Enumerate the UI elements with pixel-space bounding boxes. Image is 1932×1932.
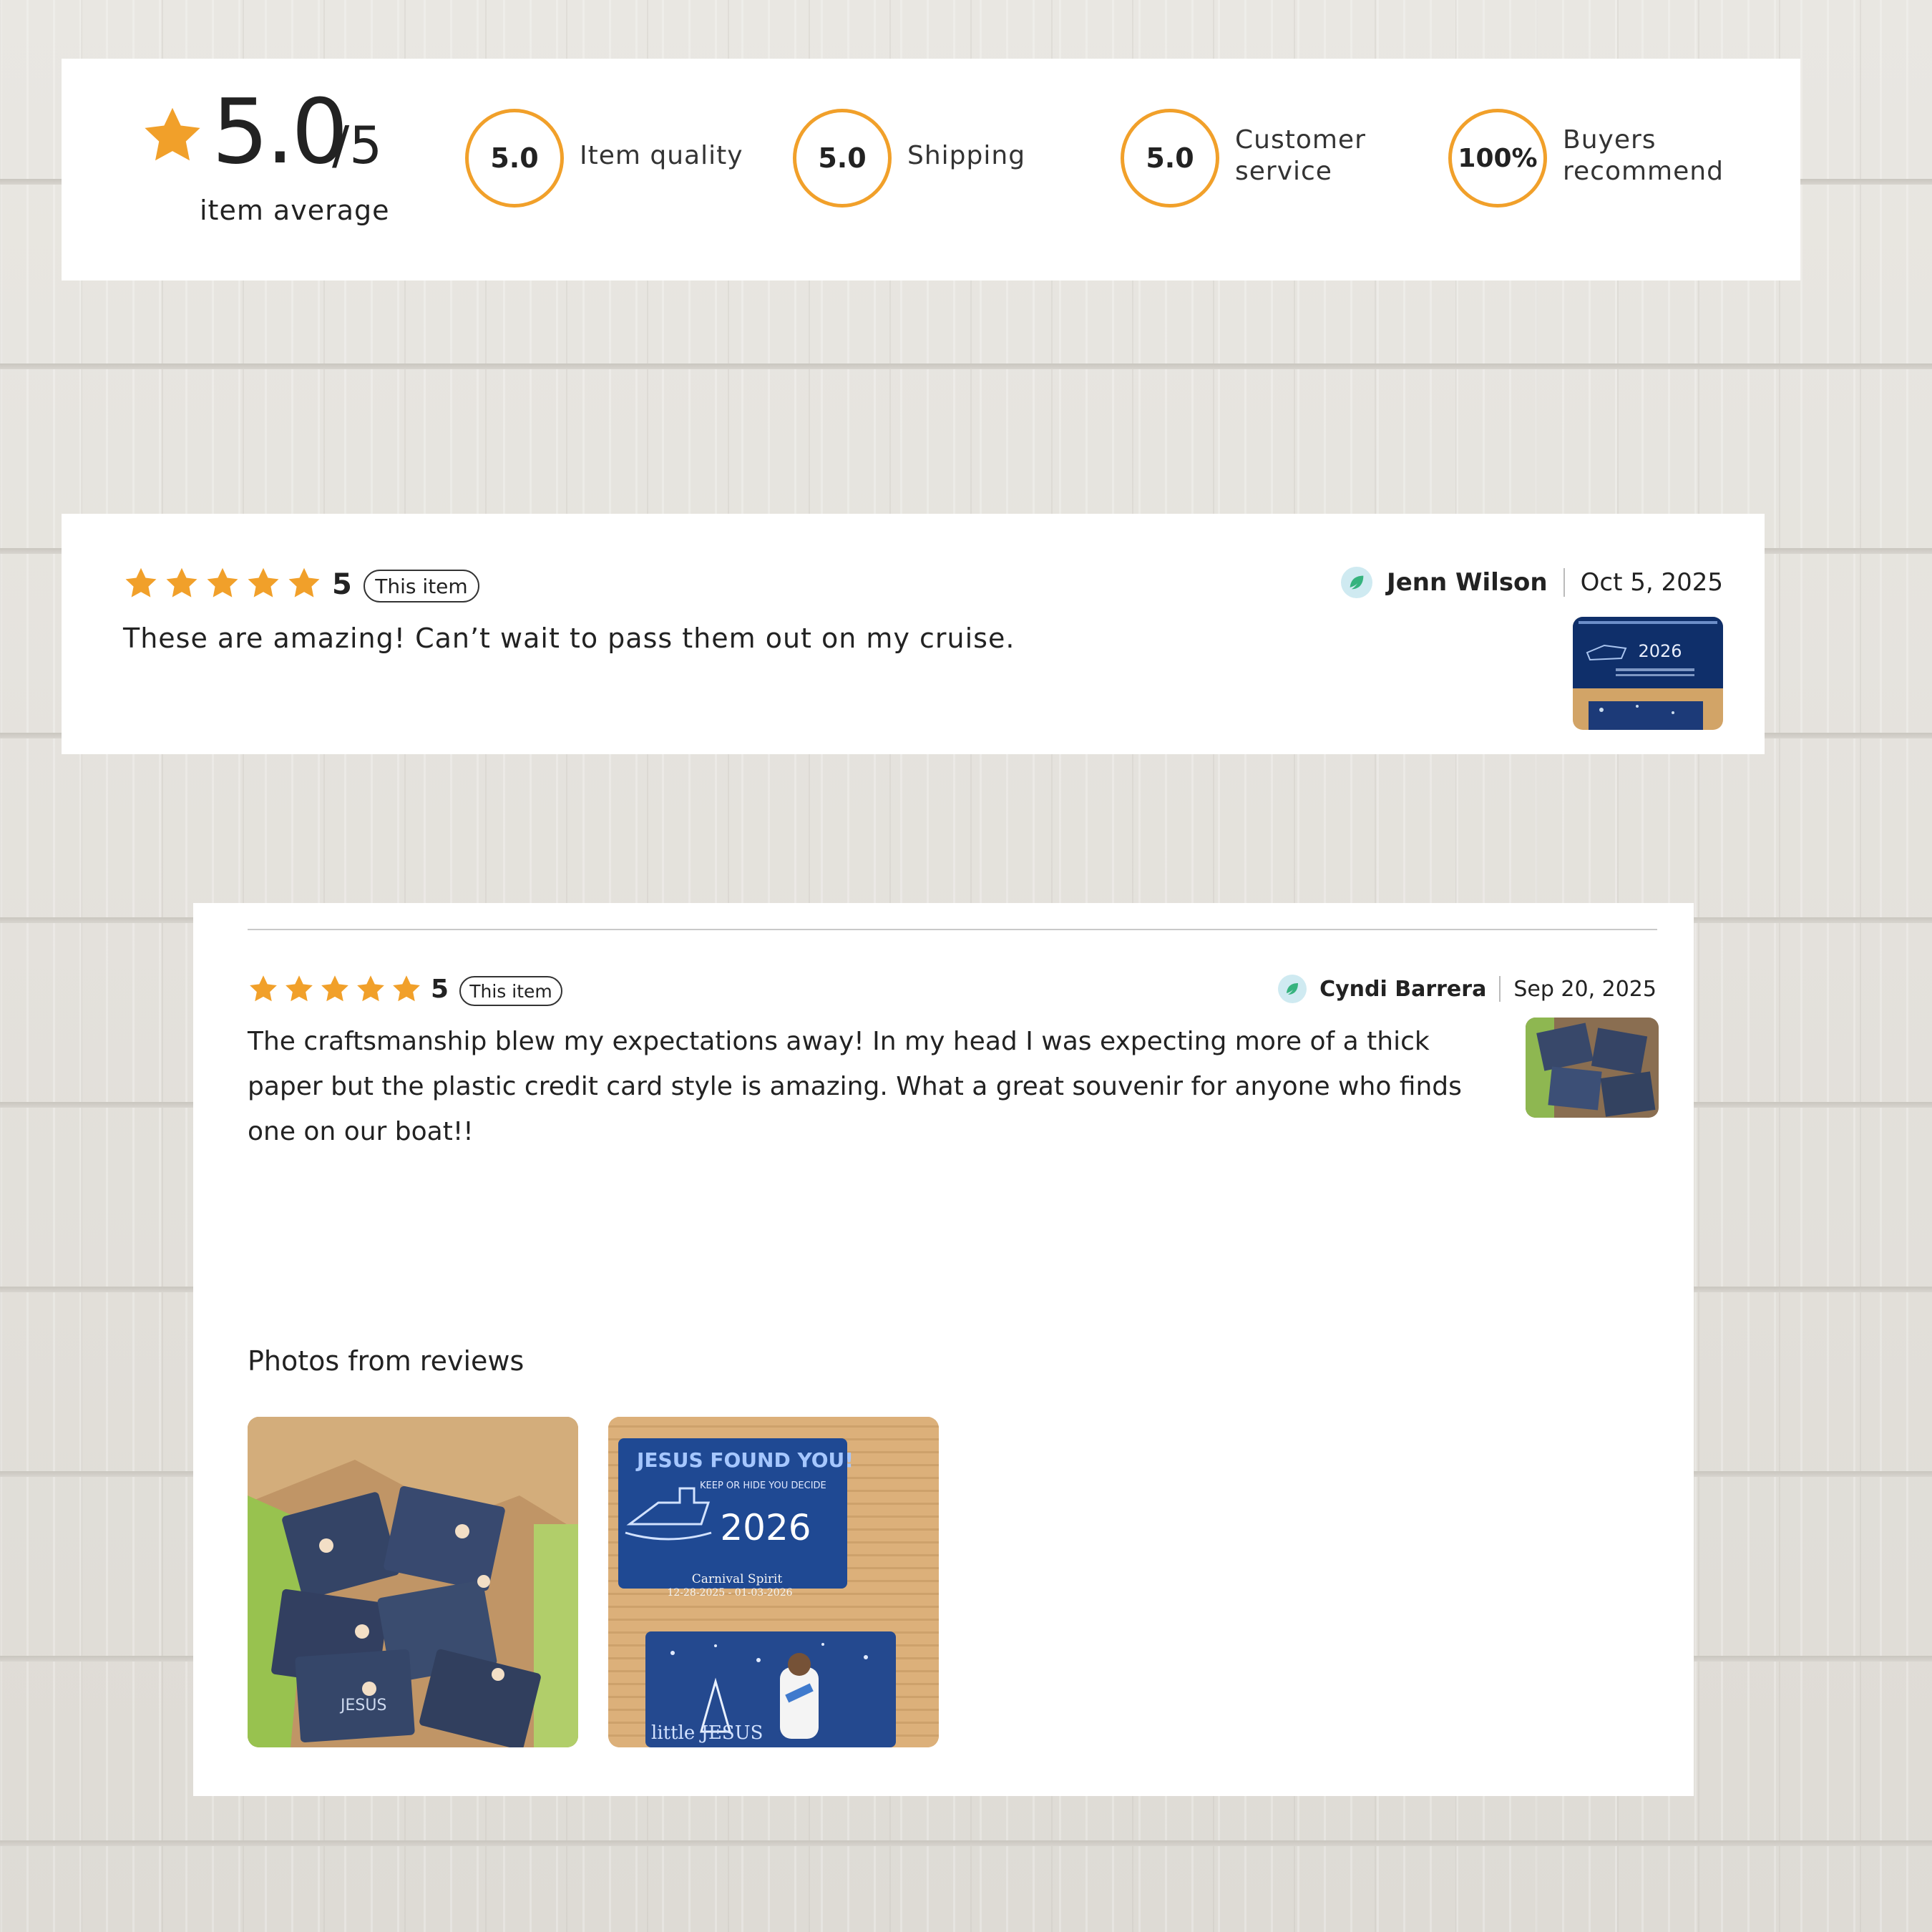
star-icon	[207, 567, 238, 597]
star-icon	[145, 107, 200, 161]
star-rating	[248, 973, 426, 1005]
reviewer-info: Cyndi Barrera Sep 20, 2025	[1278, 973, 1657, 1005]
metric-shipping-label: Shipping	[907, 140, 1025, 172]
metric-label-line1: Buyers	[1563, 125, 1657, 155]
metric-label-text: Item quality	[580, 141, 743, 170]
review-text: These are amazing! Can’t wait to pass th…	[123, 623, 1015, 654]
average-rating-denominator: /5	[332, 115, 383, 175]
star-icon	[286, 975, 313, 1002]
divider	[248, 929, 1657, 930]
review-text-line: paper but the plastic credit card style …	[248, 1072, 1462, 1101]
review-text: The craftsmanship blew my expectations a…	[248, 1019, 1650, 1154]
metric-item-quality-circle: 5.0	[465, 109, 564, 208]
metric-value: 5.0	[818, 142, 867, 174]
star-icon	[125, 567, 157, 597]
review-photo-thumbnail[interactable]	[1526, 1018, 1659, 1118]
metric-shipping-circle: 5.0	[793, 109, 892, 208]
metric-label-line1: Customer	[1235, 125, 1366, 155]
review-card-with-photos: 5 This item Cyndi Barrera Sep 20, 2025 T…	[193, 903, 1694, 1796]
review-date: Sep 20, 2025	[1513, 976, 1657, 1002]
review-photo-thumbnail[interactable]: 2026	[1573, 617, 1723, 730]
metric-buyers-recommend-label: Buyers recommend	[1563, 125, 1724, 187]
rating-number: 5	[332, 568, 352, 601]
star-icon	[166, 567, 197, 597]
reviewer-name[interactable]: Jenn Wilson	[1387, 568, 1548, 597]
review-date: Oct 5, 2025	[1580, 568, 1723, 597]
metric-value: 5.0	[490, 142, 539, 174]
reviewer-name[interactable]: Cyndi Barrera	[1319, 977, 1486, 1002]
thumb-year-text: 2026	[1638, 641, 1682, 661]
review-photo-1[interactable]: JESUS	[248, 1417, 578, 1747]
average-rating-value: 5.0	[212, 80, 348, 184]
star-icon	[248, 567, 279, 597]
photos-from-reviews-title: Photos from reviews	[248, 1345, 525, 1377]
rating-number: 5	[431, 975, 449, 1004]
leaf-avatar-icon[interactable]	[1278, 975, 1307, 1003]
metric-value: 100%	[1458, 143, 1538, 173]
review-photo-2[interactable]: JESUS FOUND YOU! KEEP OR HIDE YOU DECIDE…	[608, 1417, 939, 1747]
metric-label-line2: recommend	[1563, 157, 1724, 186]
metric-label-line2: service	[1235, 157, 1332, 186]
this-item-badge: This item	[459, 976, 562, 1006]
badge-label: This item	[469, 980, 552, 1002]
metric-value: 5.0	[1146, 142, 1194, 174]
leaf-avatar-icon[interactable]	[1341, 567, 1373, 598]
metric-customer-service-label: Customer service	[1235, 125, 1366, 187]
separator	[1499, 976, 1501, 1002]
star-icon	[393, 975, 420, 1002]
metric-item-quality-label: Item quality	[580, 140, 743, 172]
metric-customer-service-circle: 5.0	[1121, 109, 1219, 208]
badge-label: This item	[375, 574, 468, 598]
separator	[1563, 568, 1565, 597]
reviewer-info: Jenn Wilson Oct 5, 2025	[1341, 565, 1723, 600]
review-card: 5 This item Jenn Wilson Oct 5, 2025 Thes…	[62, 514, 1765, 754]
metric-buyers-recommend-circle: 100%	[1448, 109, 1547, 208]
page: { "summary": { "average_value": "5.0", "…	[0, 0, 1932, 1932]
average-rating-label: item average	[200, 195, 390, 226]
this-item-badge: This item	[364, 570, 479, 602]
metric-label-text: Shipping	[907, 141, 1026, 170]
star-rating	[123, 565, 327, 601]
star-icon	[288, 567, 320, 597]
star-icon	[321, 975, 348, 1002]
star-icon	[250, 975, 277, 1002]
star-icon	[357, 975, 384, 1002]
review-text-line: one on our boat!!	[248, 1117, 474, 1146]
review-text-line: The craftsmanship blew my expectations a…	[248, 1027, 1430, 1056]
rating-summary-panel: 5.0 /5 item average 5.0 Item quality 5.0…	[62, 59, 1800, 280]
